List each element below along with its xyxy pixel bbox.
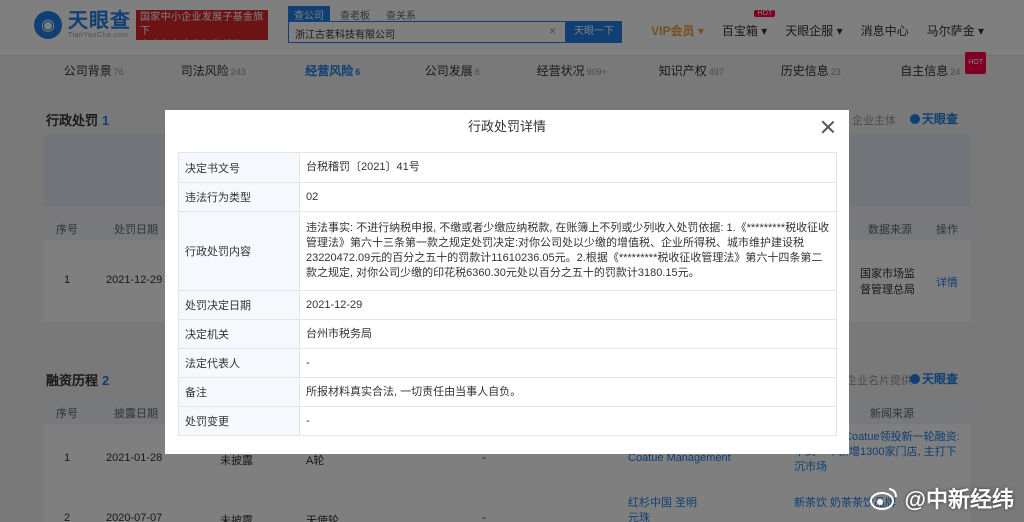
detail-row-remarks: 备注 所报材料真实合法, 一切责任由当事人自负。 [178, 377, 837, 407]
detail-value: 台州市税务局 [299, 319, 837, 349]
detail-key: 决定书文号 [178, 152, 300, 183]
detail-key: 行政处罚内容 [178, 211, 300, 291]
close-icon[interactable] [817, 116, 839, 138]
detail-key: 法定代表人 [178, 348, 300, 378]
source-watermark: @中新经纬 [869, 482, 1014, 514]
detail-value: 所报材料真实合法, 一切责任由当事人自负。 [299, 377, 837, 407]
detail-key: 处罚决定日期 [178, 290, 300, 320]
weibo-icon [869, 488, 897, 510]
detail-value: 违法事实: 不进行纳税申报, 不缴或者少缴应纳税款, 在账簿上不列或少列收入处罚… [299, 211, 837, 291]
detail-value: 台税稽罚〔2021〕41号 [299, 152, 837, 183]
detail-value: 2021-12-29 [299, 290, 837, 320]
detail-value: - [299, 406, 837, 436]
modal-title: 行政处罚详情 [467, 119, 546, 134]
penalty-detail-modal: 行政处罚详情 决定书文号 台税稽罚〔2021〕41号 违法行为类型 02 行政处… [165, 110, 849, 454]
detail-row-document-no: 决定书文号 台税稽罚〔2021〕41号 [178, 152, 837, 183]
watermark-text: @中新经纬 [904, 487, 1014, 512]
detail-key: 处罚变更 [178, 406, 300, 436]
detail-key: 决定机关 [178, 319, 300, 349]
penalty-detail-table: 决定书文号 台税稽罚〔2021〕41号 违法行为类型 02 行政处罚内容 违法事… [178, 152, 837, 436]
detail-value: 02 [299, 182, 837, 212]
detail-row-penalty-change: 处罚变更 - [178, 406, 837, 436]
detail-row-authority: 决定机关 台州市税务局 [178, 319, 837, 349]
detail-row-legal-rep: 法定代表人 - [178, 348, 837, 378]
detail-key: 违法行为类型 [178, 182, 300, 212]
detail-row-penalty-content: 行政处罚内容 违法事实: 不进行纳税申报, 不缴或者少缴应纳税款, 在账簿上不列… [178, 211, 837, 291]
detail-value: - [299, 348, 837, 378]
detail-row-violation-type: 违法行为类型 02 [178, 182, 837, 212]
detail-key: 备注 [178, 377, 300, 407]
detail-row-decision-date: 处罚决定日期 2021-12-29 [178, 290, 837, 320]
